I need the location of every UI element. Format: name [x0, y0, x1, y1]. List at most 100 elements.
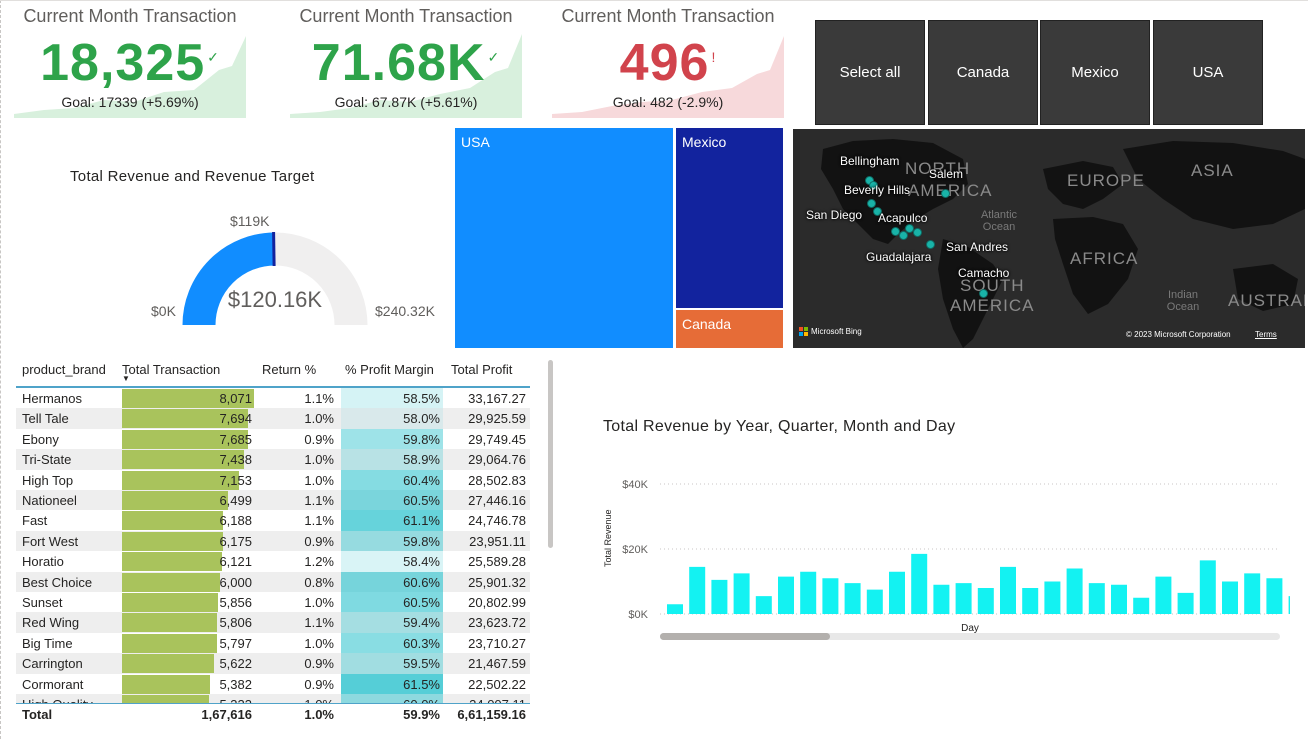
revenue-bar[interactable]	[822, 578, 839, 614]
total-return-pct: 1.0%	[304, 707, 334, 722]
table-row[interactable]: Hermanos 8,071 1.1% 58.5% 33,167.27	[16, 388, 530, 409]
slicer-option-mexico[interactable]: Mexico	[1040, 20, 1150, 125]
table-row[interactable]: Fast 6,188 1.1% 61.1% 24,746.78	[16, 510, 530, 531]
cell-brand: Fort West	[22, 533, 79, 549]
y-tick-label: $0K	[628, 609, 648, 621]
map-location-dot[interactable]	[979, 289, 988, 298]
revenue-bar[interactable]	[689, 566, 706, 614]
column-header-total-transaction[interactable]: Total Transaction	[122, 362, 220, 377]
revenue-bar[interactable]	[1044, 581, 1061, 615]
revenue-bar[interactable]	[1111, 584, 1127, 614]
gauge-value-label: $120.16K	[227, 287, 323, 312]
kpi-title: Current Month Transaction	[299, 6, 513, 26]
table-row[interactable]: Tell Tale 7,694 1.0% 58.0% 29,925.59	[16, 408, 530, 429]
cell-brand: Ebony	[22, 431, 59, 447]
table-row[interactable]: Sunset 5,856 1.0% 60.5% 20,802.99	[16, 592, 530, 613]
table-row[interactable]: Carrington 5,622 0.9% 59.5% 21,467.59	[16, 653, 530, 674]
revenue-bar[interactable]	[911, 553, 928, 614]
revenue-bar[interactable]	[667, 604, 683, 614]
kpi-card-orders[interactable]: Current Month Transaction 496! Goal: 482…	[552, 0, 784, 118]
map-location-dot[interactable]	[941, 189, 950, 198]
cell-brand: Tri-State	[22, 452, 72, 468]
kpi-card-revenue[interactable]: Current Month Transaction 71.68K ✓ Goal: …	[290, 0, 522, 118]
cell-total-transaction: 5,806	[219, 615, 252, 631]
cell-return-pct: 0.9%	[304, 676, 334, 692]
table-row[interactable]: Tri-State 7,438 1.0% 58.9% 29,064.76	[16, 449, 530, 470]
slicer-option-usa[interactable]: USA	[1153, 20, 1263, 125]
column-header-total-profit[interactable]: Total Profit	[451, 362, 512, 377]
treemap-label: Canada	[682, 316, 732, 332]
table-total-row: Total 1,67,616 1.0% 59.9% 6,61,159.16	[16, 703, 530, 723]
revenue-bar[interactable]	[977, 588, 994, 614]
kpi-card-transactions[interactable]: Current Month Transaction 18,325 ✓ Goal: …	[14, 0, 246, 118]
gauge-max-label: $240.32K	[375, 303, 435, 319]
map-region-label: AFRICA	[1070, 249, 1139, 268]
revenue-bar[interactable]	[1000, 566, 1016, 614]
cell-total-profit: 21,467.59	[468, 656, 526, 672]
gauge-title: Total Revenue and Revenue Target	[70, 168, 315, 185]
cell-profit-margin: 61.5%	[403, 676, 440, 692]
treemap-tile-canada[interactable]: Canada	[676, 310, 783, 348]
table-row[interactable]: Big Time 5,797 1.0% 60.3% 23,710.27	[16, 632, 530, 654]
revenue-bar[interactable]	[1155, 576, 1172, 614]
table-row[interactable]: Best Choice 6,000 0.8% 60.6% 25,901.32	[16, 571, 530, 592]
revenue-bar[interactable]	[1066, 568, 1083, 615]
revenue-bar[interactable]	[755, 596, 772, 614]
revenue-bar[interactable]	[844, 583, 861, 614]
column-header-profit-margin[interactable]: % Profit Margin	[345, 362, 434, 377]
cell-total-profit: 23,951.11	[469, 533, 526, 549]
slicer-option-canada[interactable]: Canada	[928, 20, 1038, 125]
store-location-map[interactable]: NORTH AMERICA EUROPE ASIA AFRICA SOUTH A…	[793, 129, 1305, 348]
revenue-bar[interactable]	[778, 576, 794, 614]
table-row[interactable]: Red Wing 5,806 1.1% 59.4% 23,623.72	[16, 612, 530, 633]
revenue-bar[interactable]	[711, 579, 728, 614]
revenue-bar[interactable]	[1288, 596, 1290, 614]
table-row[interactable]: High Top 7,153 1.0% 60.4% 28,502.83	[16, 469, 530, 490]
chart-scrollbar-thumb[interactable]	[660, 633, 830, 640]
kpi-goal: Goal: 17339 (+5.69%)	[61, 94, 199, 110]
table-row[interactable]: Horatio 6,121 1.2% 58.4% 25,589.28	[16, 551, 530, 572]
y-tick-label: $40K	[622, 479, 648, 491]
treemap-label: Mexico	[682, 134, 727, 150]
revenue-bar[interactable]	[1177, 592, 1194, 614]
revenue-bar[interactable]	[733, 573, 750, 614]
cell-total-transaction: 7,153	[219, 472, 252, 488]
cell-brand: Nationeel	[22, 493, 77, 508]
column-header-product-brand[interactable]: product_brand	[22, 362, 106, 377]
revenue-bar[interactable]	[800, 571, 817, 614]
table-row[interactable]: Ebony 7,685 0.9% 59.8% 29,749.45	[16, 428, 530, 450]
revenue-bar[interactable]	[1199, 560, 1216, 614]
revenue-bar[interactable]	[1088, 583, 1105, 614]
revenue-bar[interactable]	[1133, 597, 1150, 614]
map-terms-link[interactable]: Terms	[1255, 330, 1277, 339]
slicer-option-select-all[interactable]: Select all	[815, 20, 925, 125]
cell-total-profit: 24,746.78	[468, 513, 526, 529]
chart-horizontal-scrollbar[interactable]	[660, 633, 1280, 640]
cell-return-pct: 1.2%	[304, 554, 334, 570]
revenue-bar[interactable]	[866, 589, 883, 614]
revenue-bar[interactable]	[1022, 588, 1039, 614]
revenue-bar[interactable]	[889, 571, 905, 614]
revenue-column-chart[interactable]: $0K$20K$40KTotal RevenueDay	[600, 470, 1290, 645]
column-header-return-pct[interactable]: Return %	[262, 362, 316, 377]
revenue-bar[interactable]	[955, 583, 972, 614]
table-row[interactable]: Cormorant 5,382 0.9% 61.5% 22,502.22	[16, 673, 530, 694]
map-city-label: San Andres	[946, 240, 1009, 254]
cell-total-profit: 25,589.28	[468, 554, 526, 570]
revenue-bar[interactable]	[1266, 578, 1283, 614]
cell-profit-margin: 58.0%	[403, 411, 440, 427]
cell-brand: Tell Tale	[22, 411, 69, 427]
map-location-dot[interactable]	[913, 228, 922, 237]
table-row[interactable]: Fort West 6,175 0.9% 59.8% 23,951.11	[16, 530, 530, 552]
cell-total-profit: 28,502.83	[468, 472, 526, 488]
revenue-bar[interactable]	[933, 584, 950, 614]
table-vertical-scrollbar[interactable]	[548, 360, 553, 548]
cell-brand: Best Choice	[22, 574, 93, 590]
revenue-bar[interactable]	[1244, 573, 1261, 614]
map-provider: Microsoft Bing	[811, 327, 862, 336]
treemap-tile-usa[interactable]: USA	[455, 128, 673, 348]
map-location-dot[interactable]	[926, 240, 935, 249]
treemap-tile-mexico[interactable]: Mexico	[676, 128, 783, 308]
revenue-bar[interactable]	[1222, 581, 1238, 615]
table-row[interactable]: Nationeel 6,499 1.1% 60.5% 27,446.16	[16, 490, 530, 511]
